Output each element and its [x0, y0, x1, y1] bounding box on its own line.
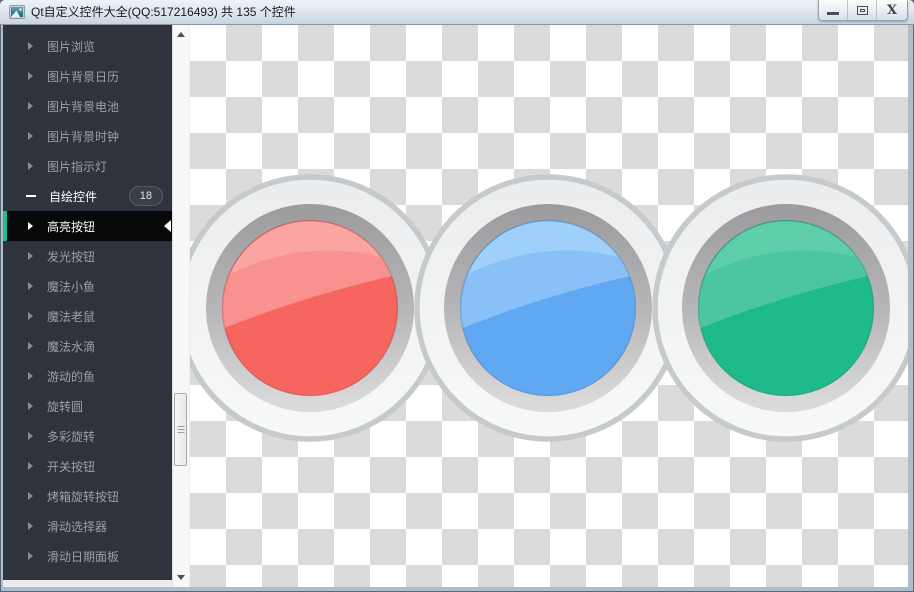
blue-highlight-button[interactable] — [414, 174, 682, 442]
scrollbar-thumb[interactable] — [174, 393, 187, 466]
window-title: Qt自定义控件大全(QQ:517216493) 共 135 个控件 — [31, 5, 296, 19]
sidebar-item-label: 图片背景电池 — [47, 99, 120, 114]
window-controls: X — [818, 0, 908, 21]
sidebar-item-child-9[interactable]: 魔法老鼠 — [3, 301, 172, 331]
sidebar-item-child-17[interactable]: 滑动日期面板 — [3, 541, 172, 571]
sidebar-item-label: 图片背景日历 — [47, 69, 120, 84]
sidebar-item-group-1[interactable]: 图片背景日历 — [3, 61, 172, 91]
chevron-right-icon — [28, 102, 33, 110]
sidebar-item-label: 图片浏览 — [47, 39, 96, 54]
sidebar-item-label: 魔法老鼠 — [47, 309, 96, 324]
sidebar-item-label: 开关按钮 — [47, 459, 96, 474]
close-button[interactable]: X — [877, 0, 907, 20]
sidebar-item-group-5[interactable]: 自绘控件 18 — [3, 181, 172, 211]
chevron-right-icon — [28, 372, 33, 380]
sidebar-scrollbar[interactable] — [172, 25, 190, 587]
app-icon — [9, 5, 25, 19]
minimize-icon — [827, 12, 839, 15]
close-icon: X — [886, 2, 898, 18]
sidebar-item-child-15[interactable]: 烤箱旋转按钮 — [3, 481, 172, 511]
sidebar-footer-strip — [3, 580, 172, 587]
sidebar-item-child-13[interactable]: 多彩旋转 — [3, 421, 172, 451]
sidebar-item-child-8[interactable]: 魔法小鱼 — [3, 271, 172, 301]
sidebar-item-group-2[interactable]: 图片背景电池 — [3, 91, 172, 121]
chevron-right-icon — [28, 252, 33, 260]
sidebar-item-label: 自绘控件 — [49, 189, 98, 204]
chevron-right-icon — [28, 522, 33, 530]
demo-canvas-area — [190, 25, 908, 587]
minimize-button[interactable] — [819, 0, 848, 20]
scroll-up-button[interactable] — [173, 26, 189, 42]
chevron-right-icon — [28, 432, 33, 440]
sidebar-item-child-14[interactable]: 开关按钮 — [3, 451, 172, 481]
red-highlight-button[interactable] — [190, 174, 444, 442]
chevron-right-icon — [28, 162, 33, 170]
sidebar-item-child-10[interactable]: 魔法水滴 — [3, 331, 172, 361]
sidebar-item-child-12[interactable]: 旋转圆 — [3, 391, 172, 421]
chevron-right-icon — [28, 402, 33, 410]
sidebar-item-child-11[interactable]: 游动的鱼 — [3, 361, 172, 391]
buttons-canvas — [190, 174, 908, 442]
scroll-down-button[interactable] — [173, 569, 189, 585]
sidebar-item-label: 高亮按钮 — [47, 219, 96, 234]
sidebar-item-label: 魔法小鱼 — [47, 279, 96, 294]
sidebar-item-label: 图片背景时钟 — [47, 129, 120, 144]
sidebar-item-label: 烤箱旋转按钮 — [47, 489, 120, 504]
sidebar-item-group-0[interactable]: 图片浏览 — [3, 31, 172, 61]
sidebar-nav: 图片浏览图片背景日历 图片背景电池 图片背景时钟 图片指示灯自绘控件 18 高亮按钮发光按… — [3, 25, 172, 580]
sidebar-item-label: 发光按钮 — [47, 249, 96, 264]
app-window: Qt自定义控件大全(QQ:517216493) 共 135 个控件 X 图片浏览… — [0, 0, 914, 592]
chevron-right-icon — [28, 72, 33, 80]
sidebar-item-child-6[interactable]: 高亮按钮 — [3, 211, 172, 241]
sidebar-item-label: 多彩旋转 — [47, 429, 96, 444]
chevron-right-icon — [28, 342, 33, 350]
sidebar-item-label: 魔法水滴 — [47, 339, 96, 354]
chevron-down-icon — [177, 574, 185, 580]
chevron-right-icon — [28, 132, 33, 140]
maximize-button[interactable] — [848, 0, 877, 20]
green-highlight-button[interactable] — [652, 174, 908, 442]
sidebar-item-label: 图片指示灯 — [47, 159, 108, 174]
maximize-icon — [856, 5, 868, 15]
titlebar[interactable]: Qt自定义控件大全(QQ:517216493) 共 135 个控件 X — [0, 0, 914, 25]
sidebar-item-label: 旋转圆 — [47, 399, 84, 414]
sidebar-item-label: 游动的鱼 — [47, 369, 96, 384]
sidebar-item-child-7[interactable]: 发光按钮 — [3, 241, 172, 271]
chevron-right-icon — [28, 42, 33, 50]
chevron-right-icon — [28, 222, 33, 230]
chevron-right-icon — [28, 462, 33, 470]
chevron-right-icon — [28, 282, 33, 290]
sidebar-item-label: 滑动日期面板 — [47, 549, 120, 564]
sidebar-item-group-4[interactable]: 图片指示灯 — [3, 151, 172, 181]
count-badge: 18 — [128, 186, 163, 206]
chevron-up-icon — [177, 31, 185, 37]
sidebar-item-group-3[interactable]: 图片背景时钟 — [3, 121, 172, 151]
chevron-right-icon — [28, 492, 33, 500]
chevron-right-icon — [28, 312, 33, 320]
minus-icon — [26, 195, 36, 197]
chevron-right-icon — [28, 552, 33, 560]
sidebar-item-label: 滑动选择器 — [47, 519, 108, 534]
sidebar-item-child-16[interactable]: 滑动选择器 — [3, 511, 172, 541]
